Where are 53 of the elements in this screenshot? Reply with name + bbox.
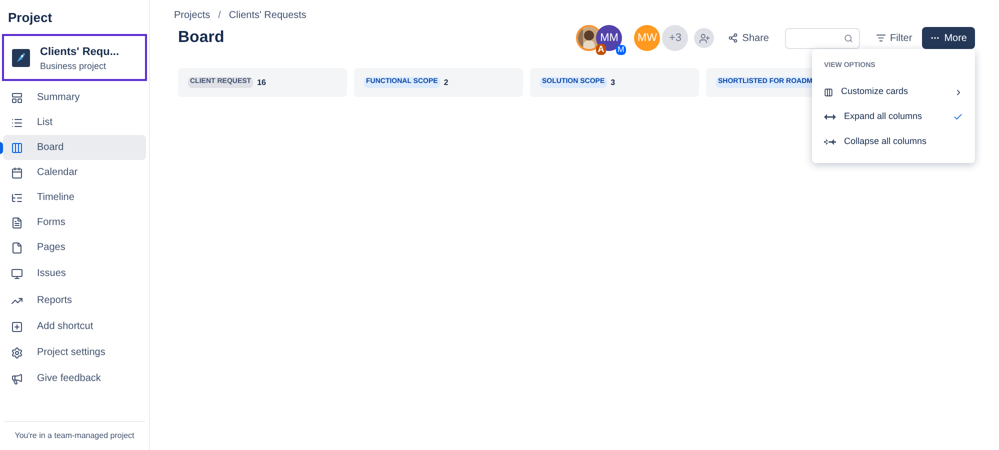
sidebar-item[interactable]: Add shortcut — [3, 314, 146, 339]
sidebar-item[interactable]: Give feedback — [3, 366, 146, 391]
page-title: Board — [178, 28, 224, 48]
megaphone-icon — [11, 372, 23, 384]
avatar-badge: A — [596, 44, 606, 55]
sidebar-item[interactable]: Pages — [3, 235, 146, 260]
menu-item[interactable]: Expand all columns — [812, 104, 975, 130]
sidebar-item[interactable]: Reports — [3, 288, 146, 313]
breadcrumb-link[interactable]: Clients' Requests — [228, 8, 306, 23]
sidebar-item[interactable]: Project settings — [3, 340, 146, 365]
project-name: Clients' Requ... — [40, 44, 120, 60]
column-count: 3 — [610, 76, 616, 88]
column-count: 16 — [257, 76, 266, 88]
breadcrumb-separator: / — [218, 9, 221, 23]
page-icon — [11, 242, 23, 254]
sidebar-item[interactable]: Forms — [3, 210, 146, 235]
add-icon — [11, 320, 23, 332]
expand-icon — [824, 114, 836, 120]
search-icon — [844, 34, 853, 42]
share-icon — [728, 33, 738, 43]
add-user-icon — [698, 32, 710, 44]
collapse-icon — [824, 139, 836, 145]
menu-item[interactable]: Customize cards — [812, 80, 975, 104]
add-people-button[interactable] — [694, 28, 714, 48]
calendar-icon — [11, 166, 23, 178]
search-field[interactable] — [784, 28, 860, 48]
sidebar-item[interactable]: Summary — [3, 85, 146, 110]
columns-icon — [11, 142, 23, 154]
sidebar-item[interactable]: Board — [3, 135, 146, 160]
menu-item[interactable]: Collapse all columns — [812, 130, 975, 154]
filter-icon — [876, 33, 886, 43]
avatar-badge: M — [616, 45, 626, 55]
more-button[interactable]: More — [922, 27, 975, 49]
share-button[interactable]: Share — [728, 30, 769, 46]
sidebar-item[interactable]: List — [3, 110, 146, 135]
tree-icon — [11, 192, 23, 204]
sidebar-item[interactable]: Issues — [3, 261, 146, 286]
sidebar-item[interactable]: Calendar — [3, 160, 146, 185]
settings-icon — [11, 346, 23, 358]
sidebar-footer: You're in a team-managed project — [4, 421, 145, 450]
sidebar-item[interactable]: Timeline — [3, 185, 146, 210]
filter-button[interactable]: Filter — [876, 30, 912, 46]
columns-icon — [824, 88, 833, 96]
project-card[interactable]: Clients' Requ... Business project — [2, 34, 147, 81]
column-count: 2 — [444, 76, 448, 88]
monitor-icon — [11, 268, 23, 280]
breadcrumb-link[interactable]: Projects — [174, 8, 210, 23]
window-icon — [11, 92, 23, 104]
form-icon — [11, 216, 23, 228]
rocket-icon — [12, 48, 30, 66]
chevron-icon — [954, 88, 963, 96]
project-type: Business project — [40, 60, 108, 72]
sidebar-title: Project — [7, 9, 54, 27]
